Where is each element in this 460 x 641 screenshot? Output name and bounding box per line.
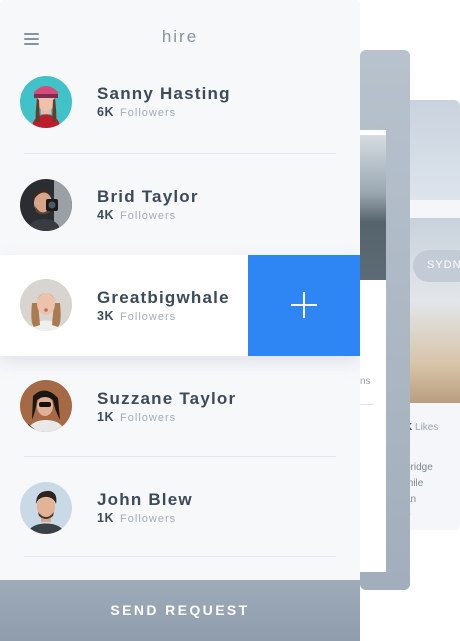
followers-label: Followers <box>120 107 177 119</box>
landscape-photo <box>410 218 460 403</box>
followers-label: Followers <box>120 513 177 525</box>
follower-count: 4K Followers <box>97 208 176 222</box>
follower-count-value: 1K <box>97 410 114 424</box>
avatar <box>20 76 72 128</box>
divider <box>360 404 374 405</box>
list-item[interactable]: Brid Taylor 4K Followers <box>0 154 360 254</box>
list-item[interactable]: Suzzane Taylor 1K Followers <box>0 356 360 456</box>
add-user-button[interactable] <box>248 255 360 356</box>
user-icon[interactable] <box>360 546 370 564</box>
follower-count-value: 4K <box>97 208 114 222</box>
follower-count: 6K Followers <box>97 105 176 119</box>
list-item[interactable]: Sanny Hasting 6K Followers <box>0 52 360 152</box>
follower-count-value: 6K <box>97 105 114 119</box>
user-name: Sanny Hasting <box>97 84 231 103</box>
mountain-photo <box>360 135 386 280</box>
followers-label: Followers <box>120 412 177 424</box>
send-request-button[interactable]: SEND REQUEST <box>0 580 360 641</box>
follower-count-value: 3K <box>97 309 114 323</box>
main-card: hire Sanny Hasting 6K Followers Brid Tay… <box>0 0 360 641</box>
user-name: Brid Taylor <box>97 187 199 206</box>
app-title: hire <box>161 27 199 46</box>
followers-label: Followers <box>120 311 177 323</box>
avatar <box>20 179 72 231</box>
likes-label: Likes <box>415 422 439 433</box>
location-tag-label: SYDN <box>427 259 460 271</box>
likes-count: K Likes <box>405 422 438 433</box>
avatar <box>20 380 72 432</box>
follower-count: 1K Followers <box>97 511 176 525</box>
follower-count-value: 1K <box>97 511 114 525</box>
send-request-label: SEND REQUEST <box>110 602 250 618</box>
list-item[interactable]: John Blew 1K Followers <box>0 457 360 557</box>
card-partial-text: ns <box>360 376 371 387</box>
list-item-selected[interactable]: Greatbigwhale 3K Followers <box>0 255 360 356</box>
divider <box>24 556 336 557</box>
background-card-middle: ns <box>360 50 410 590</box>
avatar <box>20 482 72 534</box>
follower-count: 3K Followers <box>97 309 176 323</box>
user-name: Greatbigwhale <box>97 288 230 307</box>
location-tag[interactable]: SYDN <box>413 250 460 282</box>
avatar <box>20 279 72 331</box>
followers-label: Followers <box>120 210 177 222</box>
follower-count: 1K Followers <box>97 410 176 424</box>
user-name: Suzzane Taylor <box>97 389 237 408</box>
user-name: John Blew <box>97 490 193 509</box>
